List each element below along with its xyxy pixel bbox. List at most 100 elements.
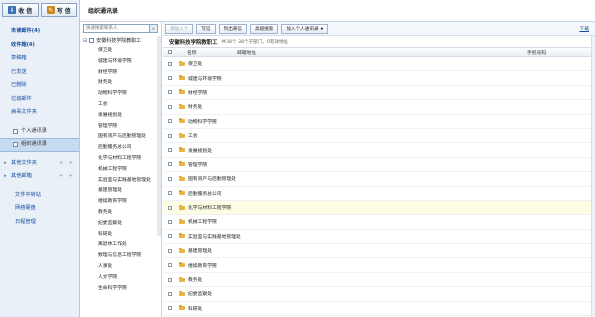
row-name[interactable]: 机械工程学院 <box>188 218 217 225</box>
row-checkbox[interactable] <box>168 263 172 268</box>
add-to-personal-dropdown[interactable]: 加入个人通讯录 <box>281 23 329 34</box>
tree-item[interactable]: 保卫处 <box>80 46 161 57</box>
row-name[interactable]: 基建管理处 <box>188 247 212 254</box>
tree-item[interactable]: 离退休工作处 <box>80 240 161 251</box>
row-name[interactable]: 工会 <box>188 132 198 139</box>
row-checkbox[interactable] <box>168 205 172 210</box>
mailbox-actions-icon[interactable]: + + <box>59 170 75 184</box>
row-name[interactable]: 科研处 <box>188 305 202 312</box>
nav-drafts[interactable]: 草稿箱 <box>0 52 79 66</box>
row-checkbox[interactable] <box>168 133 172 138</box>
nav-file-transfer[interactable]: 文件中转站 <box>0 189 79 203</box>
row-checkbox[interactable] <box>168 248 172 253</box>
table-row[interactable]: 城建与环境学院 <box>163 71 595 86</box>
row-checkbox[interactable] <box>168 104 172 109</box>
tree-item[interactable]: 机械工程学院 <box>80 165 161 176</box>
tree-scrollbar[interactable] <box>157 36 161 236</box>
tree-root[interactable]: ⊟ 安徽科技学院教职工 <box>80 35 161 46</box>
nav-virus[interactable]: 病毒文件夹 <box>0 106 79 120</box>
nav-spam[interactable]: 垃圾邮件 <box>0 93 79 107</box>
receive-mail-button[interactable]: ⇩ 收 信 <box>2 3 39 17</box>
row-name[interactable]: 化学与材料工程学院 <box>188 204 231 211</box>
nav-sent[interactable]: 已发送 <box>0 66 79 80</box>
row-checkbox[interactable] <box>168 61 172 66</box>
row-name[interactable]: 纪委监察处 <box>188 290 212 297</box>
row-name[interactable]: 城建与环境学院 <box>188 75 222 82</box>
row-name[interactable]: 动物科学学院 <box>188 118 217 125</box>
nav-other-folders[interactable]: ▸ 其他文件夹 + + <box>0 157 79 171</box>
table-row[interactable]: 工会 <box>163 129 595 144</box>
folder-actions-icon[interactable]: + + <box>59 157 75 171</box>
tree-item[interactable]: 财务处 <box>80 78 161 89</box>
download-link[interactable]: 下载 <box>579 25 589 32</box>
tree-item[interactable]: 基建管理处 <box>80 186 161 197</box>
tree-item[interactable]: 城建与环境学院 <box>80 57 161 68</box>
collapse-icon[interactable]: ⊟ <box>83 38 87 44</box>
table-row[interactable]: 化学与材料工程学院 <box>163 200 595 216</box>
tree-item[interactable]: 科研处 <box>80 230 161 241</box>
tree-item[interactable]: 后勤服务总公司 <box>80 143 161 154</box>
table-row[interactable]: 财经学院 <box>163 86 595 101</box>
tree-item[interactable]: 教务处 <box>80 208 161 219</box>
tree-item[interactable]: 工会 <box>80 100 161 111</box>
nav-inbox[interactable]: 收件箱(4) <box>0 39 79 53</box>
row-checkbox[interactable] <box>168 219 172 224</box>
row-checkbox[interactable] <box>168 176 172 181</box>
table-row[interactable]: 科研处 <box>163 302 595 317</box>
nav-other-mailboxes[interactable]: ▸ 其他邮箱 + + <box>0 170 79 184</box>
contact-search-input[interactable] <box>84 25 152 32</box>
tree-item[interactable]: 动物科学学院 <box>80 89 161 100</box>
table-row[interactable]: 基建管理处 <box>163 244 595 259</box>
col-email-header[interactable]: 邮箱地址 <box>237 49 527 56</box>
row-name[interactable]: 国有资产与后勤管理处 <box>188 175 236 182</box>
col-phone-header[interactable]: 手机号码 <box>527 49 595 56</box>
table-row[interactable]: 纪委监察处 <box>163 287 595 302</box>
search-icon[interactable]: ⌕ <box>149 25 157 32</box>
table-row[interactable]: 机械工程学院 <box>163 215 595 230</box>
nav-org-contacts[interactable]: 组织通讯录 <box>0 138 79 152</box>
row-checkbox[interactable] <box>168 90 172 95</box>
table-row[interactable]: 继续教育学院 <box>163 258 595 273</box>
tree-item[interactable]: 国有资产与后勤管理处 <box>80 132 161 143</box>
table-row[interactable]: 后勤服务总公司 <box>163 187 595 201</box>
tree-item[interactable]: 人文学院 <box>80 273 161 284</box>
table-row[interactable]: 发展规划处 <box>163 143 595 158</box>
row-checkbox[interactable] <box>168 277 172 282</box>
row-checkbox[interactable] <box>168 291 172 296</box>
nav-unread[interactable]: 未读邮件(4) <box>0 25 79 39</box>
tree-item[interactable]: 纪委监察处 <box>80 219 161 230</box>
row-name[interactable]: 管理学院 <box>188 161 207 168</box>
select-all-checkbox[interactable] <box>168 50 172 54</box>
tree-item[interactable]: 财经学院 <box>80 68 161 79</box>
row-name[interactable]: 实验室与实践基地管理处 <box>188 233 241 240</box>
table-row[interactable]: 动物科学学院 <box>163 115 595 129</box>
tree-item[interactable]: 化学与材料工程学院 <box>80 154 161 165</box>
row-checkbox[interactable] <box>168 76 172 81</box>
row-name[interactable]: 后勤服务总公司 <box>188 190 222 197</box>
table-row[interactable]: 管理学院 <box>163 158 595 173</box>
expand-icon[interactable]: ▸ <box>4 170 7 184</box>
tree-item[interactable]: 继续教育学院 <box>80 197 161 208</box>
tree-item[interactable]: 生命科学学院 <box>80 284 161 295</box>
nav-personal-contacts[interactable]: 个人通讯录 <box>0 125 79 139</box>
row-name[interactable]: 发展规划处 <box>188 147 212 154</box>
row-checkbox[interactable] <box>168 162 172 167</box>
row-checkbox[interactable] <box>168 234 172 239</box>
col-name-header[interactable]: 名称 <box>177 49 237 56</box>
row-name[interactable]: 继续教育学院 <box>188 262 217 269</box>
row-name[interactable]: 财经学院 <box>188 89 207 96</box>
compose-mail-button[interactable]: ✎ 写 信 <box>40 3 77 17</box>
table-row[interactable]: 实验室与实践基地管理处 <box>163 230 595 245</box>
row-name[interactable]: 财务处 <box>188 103 202 110</box>
expand-icon[interactable]: ▸ <box>4 157 7 171</box>
row-checkbox[interactable] <box>168 148 172 153</box>
tree-item[interactable]: 人事处 <box>80 262 161 273</box>
row-checkbox[interactable] <box>168 306 172 311</box>
table-row[interactable]: 保卫处 <box>163 57 595 72</box>
row-name[interactable]: 教务处 <box>188 276 202 283</box>
nav-net-disk[interactable]: 网络硬盘 <box>0 202 79 216</box>
advanced-search-button[interactable]: 高级搜索 <box>249 23 279 34</box>
tree-item[interactable]: 实验室与实践基地管理处 <box>80 176 161 187</box>
write-button[interactable]: 写信 <box>196 23 216 34</box>
row-checkbox[interactable] <box>168 191 172 196</box>
